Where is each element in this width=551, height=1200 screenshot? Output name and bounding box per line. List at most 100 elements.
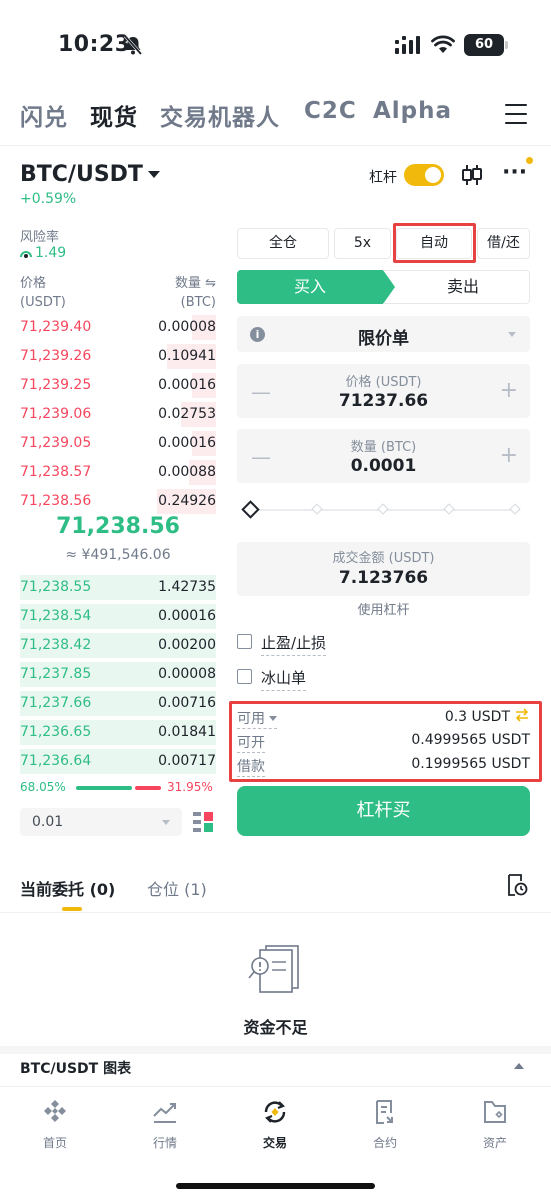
nav-assets-label: 资产 bbox=[482, 1136, 507, 1150]
bid-price: 71,237.85 bbox=[20, 666, 92, 682]
nav-markets[interactable]: 行情 bbox=[130, 1098, 200, 1151]
order-type-label: 限价单 bbox=[358, 329, 409, 349]
transfer-icon[interactable] bbox=[514, 708, 530, 722]
tab-open-orders[interactable]: 当前委托 (0) bbox=[20, 876, 115, 900]
ask-row[interactable]: 71,239.06 0.02753 bbox=[20, 400, 216, 429]
bid-price: 71,236.65 bbox=[20, 724, 92, 740]
ask-price: 71,239.26 bbox=[20, 348, 92, 364]
tab-trading-bots[interactable]: 交易机器人 bbox=[160, 98, 280, 132]
divider bbox=[0, 912, 551, 913]
bid-row[interactable]: 71,236.65 0.01841 bbox=[20, 718, 216, 747]
chevron-down-icon bbox=[162, 820, 170, 825]
buy-tab[interactable]: 买入 bbox=[237, 270, 395, 304]
candlestick-chart-icon[interactable] bbox=[461, 163, 483, 187]
order-history-icon[interactable] bbox=[506, 873, 528, 897]
ask-price: 71,239.06 bbox=[20, 406, 92, 422]
tab-c2c[interactable]: C2C bbox=[304, 98, 357, 124]
bid-row[interactable]: 71,238.42 0.00200 bbox=[20, 631, 216, 660]
nav-home[interactable]: 首页 bbox=[20, 1098, 90, 1151]
bid-row[interactable]: 71,236.64 0.00717 bbox=[20, 747, 216, 776]
orderbook-qty-header[interactable]: 数量 ⇋ (BTC) bbox=[175, 274, 216, 312]
active-tab-indicator bbox=[62, 907, 82, 911]
total-field[interactable]: 成交金额 (USDT) 7.123766 bbox=[237, 542, 530, 596]
menu-icon[interactable] bbox=[505, 104, 527, 124]
quantity-input[interactable]: 0.0001 bbox=[237, 456, 530, 476]
pair-selector[interactable]: BTC/USDT bbox=[20, 162, 143, 187]
last-price-fiat: ≈ ¥491,546.06 bbox=[65, 547, 171, 563]
qty-header-unit: (BTC) bbox=[180, 295, 216, 310]
tab-convert[interactable]: 闪兑 bbox=[20, 98, 68, 132]
last-price[interactable]: 71,238.56 bbox=[20, 514, 216, 539]
ask-row[interactable]: 71,239.40 0.00008 bbox=[20, 313, 216, 342]
quantity-field[interactable]: — 数量 (BTC) 0.0001 + bbox=[237, 429, 530, 483]
ask-qty: 0.00016 bbox=[158, 435, 216, 451]
total-input[interactable]: 7.123766 bbox=[237, 568, 530, 588]
cross-margin-button[interactable]: 全仓 bbox=[237, 228, 329, 259]
total-field-label: 成交金额 (USDT) bbox=[332, 551, 435, 566]
orderbook-layout-icon[interactable] bbox=[192, 810, 214, 834]
slider-tick[interactable] bbox=[443, 503, 455, 515]
price-header-unit: (USDT) bbox=[20, 295, 66, 310]
precision-select[interactable]: 0.01 bbox=[20, 808, 182, 836]
auto-borrow-button[interactable]: 自动 bbox=[396, 228, 472, 259]
bid-price: 71,238.42 bbox=[20, 637, 92, 653]
leverage-label: 杠杆 bbox=[369, 170, 397, 186]
chart-toggle-label[interactable]: BTC/USDT 图表 bbox=[20, 1058, 131, 1078]
chevron-up-icon[interactable] bbox=[514, 1063, 524, 1069]
slider-tick[interactable] bbox=[311, 503, 323, 515]
ask-price: 71,239.25 bbox=[20, 377, 92, 393]
tp-sl-checkbox[interactable] bbox=[237, 634, 252, 649]
slider-tick[interactable] bbox=[509, 503, 521, 515]
nav-futures[interactable]: 合约 bbox=[350, 1098, 420, 1151]
plus-icon[interactable]: + bbox=[500, 443, 518, 468]
bid-qty: 0.00008 bbox=[158, 666, 216, 682]
tab-positions[interactable]: 仓位 (1) bbox=[147, 876, 207, 900]
bid-row[interactable]: 71,238.55 1.42735 bbox=[20, 573, 216, 602]
price-field[interactable]: — 价格 (USDT) 71237.66 + bbox=[237, 364, 530, 418]
use-leverage-label: 使用杠杆 bbox=[357, 603, 410, 618]
price-change: +0.59% bbox=[20, 191, 77, 207]
ask-row[interactable]: 71,239.25 0.00016 bbox=[20, 371, 216, 400]
ask-row[interactable]: 71,238.56 0.24926 bbox=[20, 487, 216, 516]
top-tabs: 闪兑 现货 交易机器人 C2C Alpha bbox=[20, 98, 531, 138]
home-indicator bbox=[176, 1183, 375, 1189]
slider-handle[interactable] bbox=[241, 500, 260, 519]
order-type-select[interactable]: i 限价单 bbox=[237, 316, 530, 352]
bid-row[interactable]: 71,237.66 0.00716 bbox=[20, 689, 216, 718]
leverage-multiplier-button[interactable]: 5x bbox=[334, 228, 391, 259]
markets-icon bbox=[153, 1103, 176, 1123]
leverage-toggle[interactable] bbox=[404, 164, 444, 186]
tab-alpha[interactable]: Alpha bbox=[373, 98, 452, 124]
plus-icon[interactable]: + bbox=[500, 378, 518, 403]
bid-row[interactable]: 71,238.54 0.00016 bbox=[20, 602, 216, 631]
more-options-icon[interactable]: ··· bbox=[502, 162, 530, 187]
price-input[interactable]: 71237.66 bbox=[237, 391, 530, 411]
notification-dot bbox=[526, 157, 533, 164]
ask-row[interactable]: 71,238.57 0.00088 bbox=[20, 458, 216, 487]
openable-row: 可开 0.4999565 USDT bbox=[237, 730, 530, 754]
tab-spot[interactable]: 现货 bbox=[90, 98, 138, 132]
available-label[interactable]: 可用 bbox=[237, 708, 277, 729]
ask-price: 71,239.40 bbox=[20, 319, 92, 335]
borrow-repay-button[interactable]: 借/还 bbox=[477, 228, 530, 259]
bid-qty: 0.01841 bbox=[158, 724, 216, 740]
nav-trade-label: 交易 bbox=[262, 1136, 287, 1150]
price-header-label: 价格 bbox=[20, 276, 47, 291]
quantity-field-label: 数量 (BTC) bbox=[350, 440, 417, 455]
nav-trade[interactable]: 交易 bbox=[240, 1098, 310, 1151]
side-tabs: 买入 卖出 bbox=[237, 270, 530, 304]
nav-assets[interactable]: 资产 bbox=[460, 1098, 530, 1151]
chevron-down-icon[interactable] bbox=[148, 171, 160, 178]
iceberg-checkbox[interactable] bbox=[237, 669, 252, 684]
ask-row[interactable]: 71,239.05 0.00016 bbox=[20, 429, 216, 458]
status-bar: 10:23 60 bbox=[0, 0, 551, 80]
ask-row[interactable]: 71,239.26 0.10941 bbox=[20, 342, 216, 371]
slider-tick[interactable] bbox=[377, 503, 389, 515]
available-value: 0.3 USDT bbox=[445, 708, 530, 725]
margin-buy-button[interactable]: 杠杆买 bbox=[237, 786, 530, 836]
bid-qty: 1.42735 bbox=[158, 579, 216, 595]
bid-price: 71,238.54 bbox=[20, 608, 92, 624]
bid-row[interactable]: 71,237.85 0.00008 bbox=[20, 660, 216, 689]
risk-gauge-icon bbox=[20, 251, 32, 258]
sell-tab[interactable]: 卖出 bbox=[383, 270, 530, 304]
